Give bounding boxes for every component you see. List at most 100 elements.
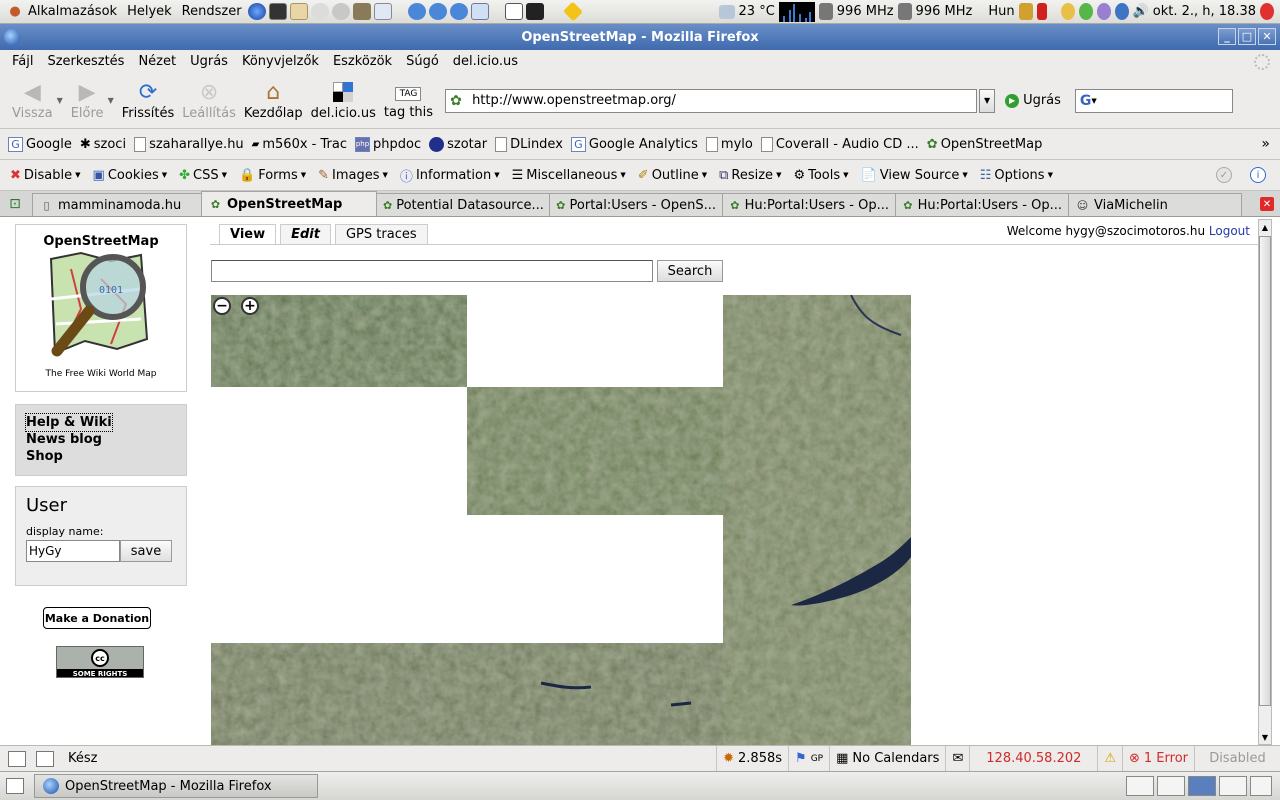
validation-check-icon[interactable]: ✓ [1216,167,1232,183]
bookmark-google-analytics[interactable]: G Google Analytics [570,136,698,152]
menu-help[interactable]: Súgó [400,54,445,69]
maximize-button[interactable]: □ [1238,28,1256,45]
tab-viamichelin[interactable]: ☺ ViaMichelin [1068,193,1242,216]
search-engine-box[interactable]: G ▼ [1074,88,1233,113]
gp-indicator[interactable]: ⚑ GP [788,746,829,771]
tab-edit[interactable]: Edit [280,224,331,244]
close-tab-icon[interactable]: ✕ [1260,197,1274,211]
calendars-indicator[interactable]: ▦ No Calendars [829,746,945,771]
status-edit-icon[interactable] [8,750,26,767]
ftp-icon[interactable] [525,3,544,20]
vertical-scrollbar[interactable]: ▲ ▼ [1258,219,1272,745]
map-view[interactable]: − + [211,295,911,745]
image-launcher-icon[interactable] [373,3,392,20]
notes-icon[interactable] [504,3,523,20]
tab-portal-users[interactable]: ✿ Portal:Users - OpenS... [549,193,723,216]
wd-information[interactable]: ⓘ Information ▼ [400,166,500,185]
bookmark-dlindex[interactable]: DLindex [495,136,563,152]
disabled-indicator[interactable]: Disabled [1194,746,1280,771]
url-input[interactable] [472,93,977,108]
bookmark-openstreetmap[interactable]: ✿ OpenStreetMap [927,137,1043,152]
ubuntu-logo-icon[interactable]: ● [6,3,24,21]
tab-openstreetmap[interactable]: ✿ OpenStreetMap [201,191,377,216]
menu-applications[interactable]: Alkalmazások [28,4,117,19]
menu-go[interactable]: Ugrás [184,54,234,69]
shutdown-icon[interactable] [1260,3,1274,20]
minimize-button[interactable]: _ [1218,28,1236,45]
map-search-input[interactable] [211,260,653,282]
url-bar[interactable]: ✿ [445,88,978,113]
scroll-down-icon[interactable]: ▼ [1259,730,1271,744]
forward-dropdown-icon[interactable]: ▼ [108,96,114,105]
weather-temperature[interactable]: 23 °C [739,4,775,19]
wd-css[interactable]: ✤ CSS ▼ [179,168,227,183]
bookmark-phpdoc[interactable]: php phpdoc [355,136,421,152]
feed-icon[interactable] [1096,3,1111,20]
link-help-wiki[interactable]: Help & Wiki [25,413,113,432]
logout-link[interactable]: Logout [1209,224,1250,238]
zoom-in-icon[interactable]: + [241,297,259,315]
bookmark-szoci[interactable]: ✱ szoci [80,137,126,152]
workspace-3[interactable] [1188,776,1216,796]
page-load-timer[interactable]: ✹ 2.858s [716,746,788,771]
info-circle-icon[interactable]: i [1250,167,1266,183]
globe-icon[interactable] [1114,3,1129,20]
tab-potential-datasource[interactable]: ✿ Potential Datasource... [376,193,550,216]
new-tab-icon[interactable]: ⊡ [4,194,26,214]
window-title-bar[interactable]: OpenStreetMap - Mozilla Firefox _ □ ✕ [0,24,1280,50]
update-warning-icon[interactable] [562,1,583,22]
firefox-icon[interactable] [4,29,20,45]
gimp-launcher-icon[interactable] [352,3,371,20]
menu-view[interactable]: Nézet [132,54,182,69]
network-1-icon[interactable] [407,3,426,20]
network-monitor-icon[interactable] [470,3,489,20]
display-name-input[interactable] [26,540,120,562]
google-search-icon[interactable]: G [1080,93,1092,109]
search-engine-dropdown-icon[interactable]: ▼ [1091,97,1096,105]
error-indicator[interactable]: ⊗ 1 Error [1122,746,1194,771]
wd-outline[interactable]: ✐ Outline ▼ [638,168,707,183]
messenger-launcher-icon[interactable] [310,3,329,20]
mail-launcher-icon[interactable] [289,3,308,20]
taskbar-firefox-window[interactable]: OpenStreetMap - Mozilla Firefox [34,774,318,798]
menu-edit[interactable]: Szerkesztés [41,54,130,69]
workspace-2[interactable] [1157,776,1185,796]
keyboard-layout[interactable]: Hun [988,4,1014,19]
bookmark-szotar[interactable]: szotar [429,136,487,152]
link-shop[interactable]: Shop [26,448,176,465]
network-3-icon[interactable] [449,3,468,20]
ip-address[interactable]: 128.40.58.202 [969,746,1097,771]
menu-bookmarks[interactable]: Könyvjelzők [236,54,325,69]
pidgin-icon[interactable] [1060,3,1075,20]
menu-places[interactable]: Helyek [127,4,172,19]
media-launcher-icon[interactable] [331,3,350,20]
terminal-launcher-icon[interactable] [268,3,287,20]
bookmark-coverall[interactable]: Coverall - Audio CD ... [760,136,919,152]
wd-disable[interactable]: ✖ Disable ▼ [10,168,81,183]
check-status-icon[interactable] [1078,3,1093,20]
tab-mamminamoda[interactable]: ▯ mamminamoda.hu [32,193,202,216]
show-desktop-icon[interactable] [6,778,24,794]
save-button[interactable]: save [120,540,172,562]
network-2-icon[interactable] [428,3,447,20]
wd-miscellaneous[interactable]: ☰ Miscellaneous ▼ [512,168,626,183]
menu-system[interactable]: Rendszer [182,4,242,19]
url-history-dropdown[interactable]: ▼ [979,88,996,113]
cpu-freq-2[interactable]: 996 MHz [916,4,973,19]
bookmarks-overflow-icon[interactable]: » [1261,136,1270,152]
home-button[interactable]: ⌂ Kezdőlap [240,75,307,127]
menu-delicious[interactable]: del.icio.us [447,54,524,69]
tab-hu-portal-users-2[interactable]: ✿ Hu:Portal:Users - Op... [895,193,1069,216]
workspace-4[interactable] [1219,776,1247,796]
link-news-blog[interactable]: News blog [26,431,176,448]
firefox-launcher-icon[interactable] [247,3,266,20]
bookmark-mylo[interactable]: mylo [705,136,753,152]
cc-license-badge[interactable]: cc SOME RIGHTS RESERVED [56,646,144,688]
bookmark-google[interactable]: G Google [8,136,72,152]
delicious-button[interactable]: del.icio.us [307,75,380,127]
menu-tools[interactable]: Eszközök [327,54,398,69]
cpu-freq-1[interactable]: 996 MHz [837,4,894,19]
tab-view[interactable]: View [219,224,277,244]
osm-logo-box[interactable]: OpenStreetMap 0101 The Free Wiki World M… [15,224,187,392]
scroll-up-icon[interactable]: ▲ [1259,220,1271,234]
